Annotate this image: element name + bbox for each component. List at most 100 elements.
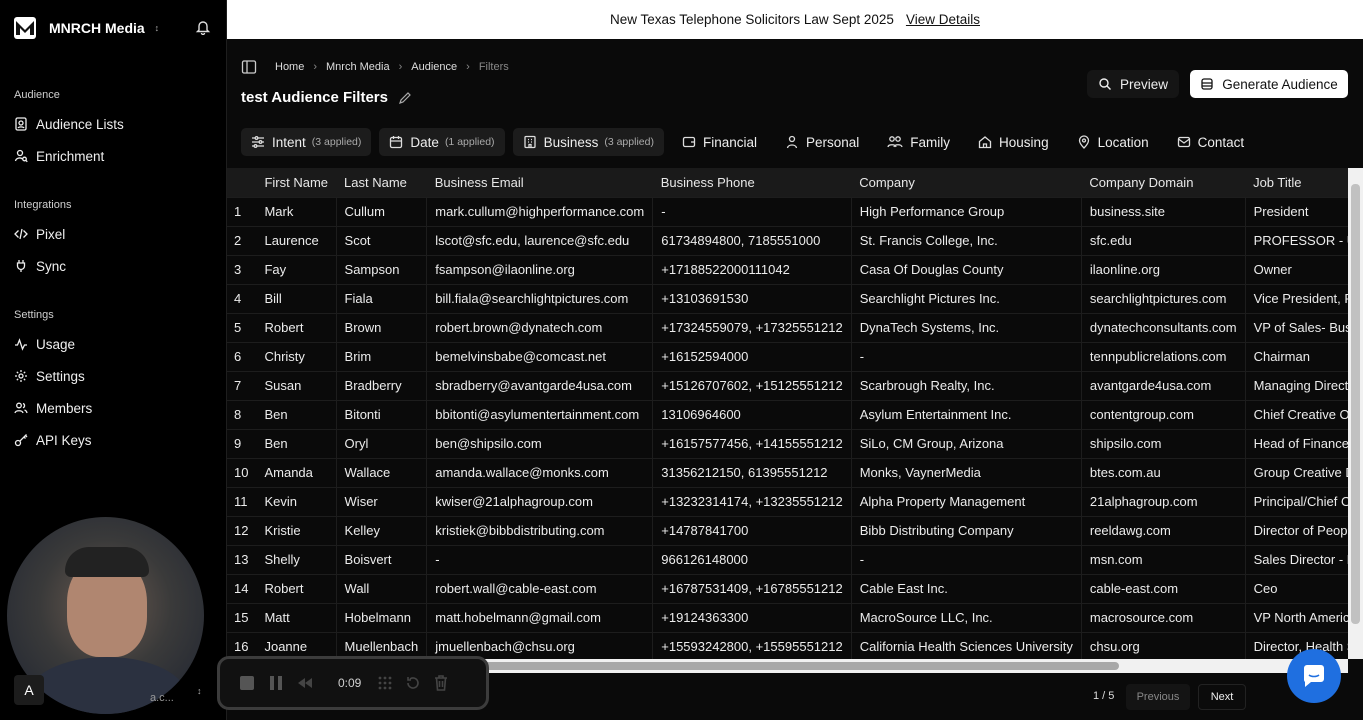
table-row[interactable]: 10 Amanda Wallace amanda.wallace@monks.com 3… bbox=[227, 457, 1363, 487]
table-cell[interactable]: bbitonti@asylumentertainment.com bbox=[426, 399, 654, 429]
table-cell[interactable]: Kelley bbox=[336, 515, 428, 545]
sidebar-item-members[interactable]: Members bbox=[14, 398, 92, 418]
table-cell[interactable]: Bill bbox=[256, 283, 337, 313]
table-cell[interactable]: msn.com bbox=[1081, 544, 1246, 574]
table-cell[interactable]: VP North America, Sales bbox=[1245, 602, 1363, 632]
table-cell[interactable]: chsu.org bbox=[1081, 631, 1246, 659]
table-cell[interactable]: Hobelmann bbox=[336, 602, 428, 632]
table-cell[interactable]: President bbox=[1245, 196, 1363, 226]
avatar[interactable]: A bbox=[14, 675, 44, 705]
table-row[interactable]: 5 Robert Brown robert.brown@dynatech.com +17… bbox=[227, 312, 1363, 342]
table-cell[interactable]: California Health Sciences University bbox=[851, 631, 1082, 659]
table-cell[interactable]: Scarbrough Realty, Inc. bbox=[851, 370, 1082, 400]
preview-button[interactable]: Preview bbox=[1087, 70, 1179, 98]
tab-intent[interactable]: Intent (3 applied) bbox=[241, 128, 372, 156]
column-header[interactable] bbox=[227, 168, 257, 197]
table-row[interactable]: 4 Bill Fiala bill.fiala@searchlightpictures… bbox=[227, 283, 1363, 313]
table-row[interactable]: 1 Mark Cullum mark.cullum@highperformance.c… bbox=[227, 196, 1363, 226]
table-cell[interactable]: dynatechconsultants.com bbox=[1081, 312, 1246, 342]
bell-icon[interactable] bbox=[195, 19, 211, 40]
table-cell[interactable]: +13103691530 bbox=[652, 283, 852, 313]
table-cell[interactable]: 966126148000 bbox=[652, 544, 852, 574]
table-row[interactable]: 7 Susan Bradberry sbradberry@avantgarde4usa… bbox=[227, 370, 1363, 400]
table-cell[interactable]: Mark bbox=[256, 196, 337, 226]
tab-financial[interactable]: Financial bbox=[672, 128, 767, 156]
table-cell[interactable]: Monks, VaynerMedia bbox=[851, 457, 1082, 487]
sidebar-item-sync[interactable]: Sync bbox=[14, 256, 66, 276]
next-page-button[interactable]: Next bbox=[1198, 684, 1246, 710]
scroll-thumb[interactable] bbox=[1351, 184, 1360, 624]
table-cell[interactable]: Sampson bbox=[336, 254, 428, 284]
table-cell[interactable]: 31356212150, 61395551212 bbox=[652, 457, 852, 487]
table-cell[interactable]: Laurence bbox=[256, 225, 337, 255]
column-header[interactable]: Business Email bbox=[426, 168, 653, 197]
table-cell[interactable]: tennpublicrelations.com bbox=[1081, 341, 1246, 371]
table-cell[interactable]: Bradberry bbox=[336, 370, 428, 400]
table-cell[interactable]: Boisvert bbox=[336, 544, 428, 574]
table-cell[interactable]: SiLo, CM Group, Arizona bbox=[851, 428, 1082, 458]
table-cell[interactable]: St. Francis College, Inc. bbox=[851, 225, 1082, 255]
chevron-up-down-icon[interactable]: ↕ bbox=[197, 686, 202, 696]
table-cell[interactable]: Ben bbox=[256, 428, 337, 458]
table-cell[interactable]: MacroSource LLC, Inc. bbox=[851, 602, 1082, 632]
table-cell[interactable]: kristiek@bibbdistributing.com bbox=[426, 515, 654, 545]
table-row[interactable]: 13 Shelly Boisvert -966126148000- msn.com Sal… bbox=[227, 544, 1363, 574]
table-cell[interactable]: Managing Director bbox=[1245, 370, 1363, 400]
table-cell[interactable]: +14787841700 bbox=[652, 515, 852, 545]
table-cell[interactable]: kwiser@21alphagroup.com bbox=[426, 486, 654, 516]
table-cell[interactable]: High Performance Group bbox=[851, 196, 1082, 226]
table-cell[interactable]: Vice President, Post Production bbox=[1245, 283, 1363, 313]
table-cell[interactable]: Alpha Property Management bbox=[851, 486, 1082, 516]
table-cell[interactable]: Wiser bbox=[336, 486, 428, 516]
table-cell[interactable]: mark.cullum@highperformance.com bbox=[426, 196, 654, 226]
table-cell[interactable]: +17188522000111042 bbox=[652, 254, 852, 284]
column-header[interactable]: Job Title bbox=[1245, 168, 1363, 197]
table-cell[interactable]: Head of Finance and Operations bbox=[1245, 428, 1363, 458]
table-cell[interactable]: matt.hobelmann@gmail.com bbox=[426, 602, 654, 632]
column-header[interactable]: Company bbox=[851, 168, 1082, 197]
stop-icon[interactable] bbox=[238, 674, 256, 692]
table-cell[interactable]: reeldawg.com bbox=[1081, 515, 1246, 545]
table-cell[interactable]: sbradberry@avantgarde4usa.com bbox=[426, 370, 654, 400]
table-cell[interactable]: +16157577456, +14155551212 bbox=[652, 428, 852, 458]
table-cell[interactable]: 13106964600 bbox=[652, 399, 852, 429]
table-cell[interactable]: contentgroup.com bbox=[1081, 399, 1246, 429]
table-cell[interactable]: Scot bbox=[336, 225, 428, 255]
table-row[interactable]: 9 Ben Oryl ben@shipsilo.com +16157577456, +1… bbox=[227, 428, 1363, 458]
table-row[interactable]: 6 Christy Brim bemelvinsbabe@comcast.net +16… bbox=[227, 341, 1363, 371]
table-cell[interactable]: sfc.edu bbox=[1081, 225, 1246, 255]
table-row[interactable]: 12 Kristie Kelley kristiek@bibbdistributing… bbox=[227, 515, 1363, 545]
table-cell[interactable]: Sales Director - Premium Accounts bbox=[1245, 544, 1363, 574]
table-cell[interactable]: amanda.wallace@monks.com bbox=[426, 457, 654, 487]
table-row[interactable]: 14 Robert Wall robert.wall@cable-east.com +1… bbox=[227, 573, 1363, 603]
table-cell[interactable]: +16787531409, +16785551212 bbox=[652, 573, 852, 603]
table-row[interactable]: 8 Ben Bitonti bbitonti@asylumentertainment.… bbox=[227, 399, 1363, 429]
table-cell[interactable]: Bibb Distributing Company bbox=[851, 515, 1082, 545]
table-row[interactable]: 16 Joanne Muellenbach jmuellenbach@chsu.org… bbox=[227, 631, 1363, 659]
table-cell[interactable]: +19124363300 bbox=[652, 602, 852, 632]
previous-page-button[interactable]: Previous bbox=[1126, 684, 1190, 710]
column-header[interactable]: Company Domain bbox=[1081, 168, 1246, 197]
table-cell[interactable]: business.site bbox=[1081, 196, 1246, 226]
rewind-icon[interactable] bbox=[296, 674, 314, 692]
table-cell[interactable]: - bbox=[426, 544, 654, 574]
table-cell[interactable]: +15593242800, +15595551212 bbox=[652, 631, 852, 659]
sidebar-item-usage[interactable]: Usage bbox=[14, 334, 75, 354]
table-cell[interactable]: Robert bbox=[256, 312, 337, 342]
table-cell[interactable]: PROFESSOR - Undergraduate bbox=[1245, 225, 1363, 255]
table-cell[interactable]: Casa Of Douglas County bbox=[851, 254, 1082, 284]
pause-icon[interactable] bbox=[268, 674, 284, 692]
table-cell[interactable]: Asylum Entertainment Inc. bbox=[851, 399, 1082, 429]
sidebar-item-api-keys[interactable]: API Keys bbox=[14, 430, 92, 450]
sidebar-item-pixel[interactable]: Pixel bbox=[14, 224, 65, 244]
table-cell[interactable]: bill.fiala@searchlightpictures.com bbox=[426, 283, 654, 313]
sidebar-item-enrichment[interactable]: Enrichment bbox=[14, 146, 104, 166]
table-cell[interactable]: robert.wall@cable-east.com bbox=[426, 573, 654, 603]
tab-family[interactable]: Family bbox=[877, 128, 960, 156]
table-cell[interactable]: Kevin bbox=[256, 486, 337, 516]
table-cell[interactable]: Susan bbox=[256, 370, 337, 400]
sidebar-item-audience-lists[interactable]: Audience Lists bbox=[14, 114, 124, 134]
table-cell[interactable]: Owner bbox=[1245, 254, 1363, 284]
table-cell[interactable]: 61734894800, 7185551000 bbox=[652, 225, 852, 255]
breadcrumb-home[interactable]: Home bbox=[275, 61, 304, 73]
